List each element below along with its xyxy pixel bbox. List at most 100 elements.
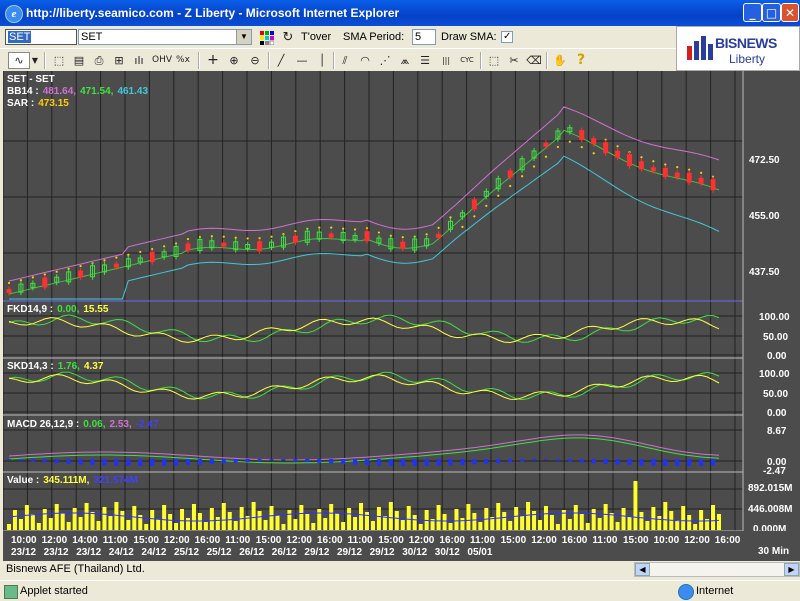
chart-plots [6,106,721,530]
time-axis-bottom: 23/12 23/12 23/12 24/12 24/12 25/12 25/12 26/12… [11,547,493,558]
candle-body [292,235,298,243]
select-icon[interactable]: ⬚ [485,52,503,69]
sar-dot [640,156,643,159]
refresh-icon[interactable]: ↻ [279,29,297,46]
fkd-tick: 100.00 [759,312,790,323]
volume-bar [102,507,107,530]
zoom-in-icon[interactable]: ⊕ [225,52,243,69]
volume-bar [711,505,716,530]
crosshair-icon[interactable]: + [204,52,222,69]
cycle-icon[interactable]: CYC [458,52,476,69]
fan-icon[interactable]: ⋰ [376,52,394,69]
volume-bar [233,521,238,530]
date-tick: 23/12 [44,547,69,558]
channel-icon[interactable]: ⫽ [336,52,354,69]
sar-dot [353,228,357,231]
sar-dot [544,155,548,158]
sar-dot [425,233,428,236]
delete-icon[interactable]: ⌫ [525,52,543,69]
sar-dot [556,145,560,149]
candle-body [615,150,621,158]
symbol-input[interactable]: SET [5,29,77,45]
volume-icon[interactable]: ılı [130,52,148,69]
volume-bar [305,514,310,530]
grid-icon[interactable]: ⊞ [110,52,128,69]
volume-bar [400,520,405,530]
sar-dot [55,270,58,273]
volume-bar [406,506,411,530]
volume-bar [663,502,668,530]
symbol-combo[interactable]: SET ▼ [78,29,252,45]
maximize-button[interactable]: □ [762,3,781,22]
volume-bar [633,481,638,530]
zoom-out-icon[interactable]: ⊖ [246,52,264,69]
sar-dot [139,250,142,254]
pointer-icon[interactable]: ⬚ [50,52,68,69]
ohlc-icon[interactable]: OHV [152,52,172,69]
volume-bar [120,511,125,530]
macd-histogram-bar [543,459,548,461]
fib-time-icon[interactable]: ||| [437,52,455,69]
percent-icon[interactable]: %x [174,52,192,69]
trendline-icon[interactable]: ╱ [272,52,290,69]
macd-histogram-bar [221,459,226,464]
minimize-button[interactable]: _ [743,3,762,22]
volume-bar [48,518,53,530]
macd-histogram-bar [627,459,632,466]
volume-bar [675,520,680,530]
close-button[interactable]: ✕ [781,3,799,22]
volume-bar [36,523,41,530]
speed-line-icon[interactable]: ⩕ [396,52,414,69]
date-tick: 26/12 [239,547,264,558]
date-tick: 26/12 [272,547,297,558]
fibonacci-icon[interactable]: ☰ [416,52,434,69]
zone-text: Internet [696,585,734,597]
fkd-legend: FKD14,9 : 0.00, 15.55 [7,304,109,315]
sma-period-input[interactable]: 5 [412,29,436,45]
window-title: http://liberty.seamico.com - Z Liberty -… [26,6,400,20]
logo-sub: Liberty [729,52,766,66]
volume-bar [72,508,77,530]
chart-area[interactable]: SET - SET BB14 : 481.64, 471.54, 461.43 SAR… [3,71,800,561]
scroll-right-icon[interactable]: ▶ [784,563,799,576]
help-icon[interactable]: ? [572,52,590,69]
vertical-line-icon[interactable]: │ [313,52,331,69]
hand-icon[interactable]: ✋ [551,52,569,69]
volume-bar [657,516,662,530]
price-tick: 472.50 [749,155,780,166]
horizontal-scrollbar[interactable]: ◀ ▶ [634,562,800,577]
fkd-v1: 0.00, [57,304,79,315]
chevron-down-icon[interactable]: ▼ [236,30,251,44]
volume-bar [18,519,23,530]
draw-sma-checkbox[interactable]: ✓ [501,31,513,43]
bb-legend: BB14 : 481.64, 471.54, 461.43 [7,86,148,97]
skd-tick: 100.00 [759,369,790,380]
cut-icon[interactable]: ✂ [505,52,523,69]
chevron-down-icon[interactable]: ▼ [30,52,40,69]
macd-tick: 8.67 [767,426,787,437]
volume-bar [197,513,202,530]
time-tick: 15:00 [501,535,527,546]
chart-style-icon[interactable]: ∿ [8,52,30,69]
color-grid-icon[interactable] [258,29,276,46]
chart-svg[interactable]: SET - SET BB14 : 481.64, 471.54, 461.43 SAR… [3,71,800,561]
horizontal-line-icon[interactable]: — [293,52,311,69]
macd-histogram-bar [412,459,417,466]
time-tick: 12:00 [684,535,710,546]
candle-body [698,177,704,184]
macd-legend: MACD 26,12,9 : 0.06, 2.53, -2.47 [7,419,159,430]
scroll-left-icon[interactable]: ◀ [635,563,650,576]
macd-histogram-bar [448,459,453,466]
volume-bar [376,507,381,530]
volume-bar [621,508,626,530]
date-tick: 23/12 [11,547,36,558]
arc-icon[interactable]: ◠ [356,52,374,69]
macd-histogram-bar [400,459,405,466]
time-tick: 16:00 [195,535,221,546]
volume-bar [502,512,507,530]
sar-dot [210,235,213,238]
document-icon[interactable]: ▤ [70,52,88,69]
macd-histogram-bar [18,459,23,461]
print-icon[interactable]: ⎙ [90,52,108,69]
period-label: 30 Min [758,546,789,557]
